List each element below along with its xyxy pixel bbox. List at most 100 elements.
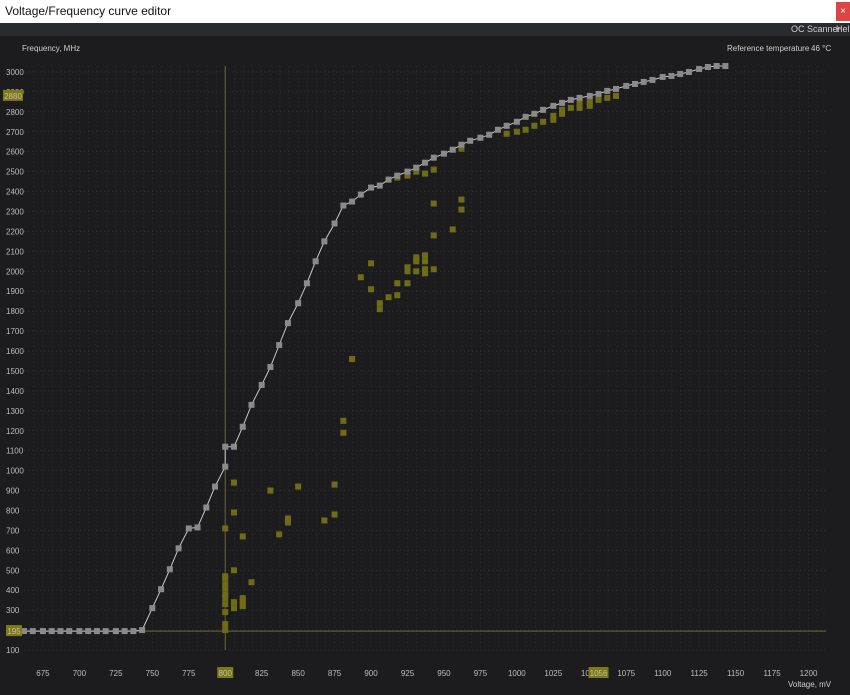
curve-point[interactable]: [312, 258, 319, 265]
curve-point[interactable]: [522, 113, 529, 120]
curve-point[interactable]: [567, 96, 574, 103]
curve-point[interactable]: [158, 586, 165, 593]
curve-point[interactable]: [623, 82, 630, 89]
curve-point[interactable]: [212, 483, 219, 490]
curve-point[interactable]: [631, 80, 638, 87]
curve-point[interactable]: [486, 131, 493, 138]
curve-point[interactable]: [394, 172, 401, 179]
curve-point[interactable]: [640, 78, 647, 85]
curve-point[interactable]: [413, 164, 420, 171]
curve-point[interactable]: [66, 628, 73, 635]
scan-point: [550, 112, 557, 119]
curve-point[interactable]: [659, 73, 666, 80]
y-tick-label: 1300: [6, 407, 24, 416]
curve-point[interactable]: [458, 141, 465, 148]
scan-points: [222, 92, 620, 634]
curve-point[interactable]: [276, 342, 283, 349]
curve-point[interactable]: [677, 70, 684, 77]
curve-point[interactable]: [704, 63, 711, 70]
curve-point[interactable]: [422, 159, 428, 166]
menu-help[interactable]: Help: [836, 24, 850, 34]
curve-point[interactable]: [604, 87, 611, 94]
curve-point[interactable]: [295, 300, 302, 307]
curve-point[interactable]: [550, 102, 557, 109]
curve-point[interactable]: [194, 524, 201, 531]
curve-point[interactable]: [93, 628, 100, 635]
y-tick-label: 900: [6, 487, 20, 496]
curve-point[interactable]: [284, 320, 291, 327]
curve-point[interactable]: [513, 118, 520, 125]
curve-point[interactable]: [586, 92, 593, 99]
curve-point[interactable]: [376, 182, 383, 189]
curve-point[interactable]: [321, 238, 328, 245]
curve-point[interactable]: [203, 504, 210, 511]
curve-point[interactable]: [685, 68, 692, 75]
curve-point[interactable]: [385, 176, 392, 183]
highlight-x-tag: 800: [219, 669, 233, 678]
curve-point[interactable]: [595, 90, 602, 97]
curve-point[interactable]: [404, 168, 411, 175]
curve-point[interactable]: [531, 110, 538, 117]
curve-point[interactable]: [222, 463, 229, 470]
curve-point[interactable]: [166, 566, 173, 573]
curve-point[interactable]: [303, 280, 310, 287]
scan-point: [540, 118, 547, 125]
curve-point[interactable]: [102, 628, 109, 635]
curve-point[interactable]: [175, 545, 182, 552]
curve-point[interactable]: [368, 184, 375, 191]
curve-point[interactable]: [503, 122, 510, 129]
y-tick-label: 800: [6, 506, 20, 515]
curve-point[interactable]: [230, 443, 237, 450]
curve-point[interactable]: [258, 381, 265, 388]
close-icon[interactable]: ×: [836, 2, 850, 21]
curve-point[interactable]: [130, 628, 137, 635]
y-tick-label: 2700: [6, 128, 24, 137]
window-title: Voltage/Frequency curve editor: [5, 4, 172, 18]
curve-point[interactable]: [477, 134, 484, 141]
x-tick-label: 875: [328, 669, 342, 678]
scan-point: [230, 567, 237, 574]
curve-points[interactable]: [21, 63, 729, 635]
curve-point[interactable]: [121, 628, 128, 635]
curve-point[interactable]: [340, 202, 347, 209]
curve-point[interactable]: [57, 628, 64, 635]
x-tick-label: 1075: [617, 669, 635, 678]
curve-point[interactable]: [149, 605, 156, 612]
curve-point[interactable]: [713, 63, 720, 69]
curve-point[interactable]: [222, 443, 229, 450]
curve-point[interactable]: [29, 628, 36, 635]
curve-point[interactable]: [696, 65, 703, 72]
curve-point[interactable]: [668, 72, 675, 79]
scan-point: [248, 579, 255, 586]
curve-point[interactable]: [267, 363, 274, 370]
curve-point[interactable]: [185, 525, 192, 532]
curve-point[interactable]: [722, 63, 729, 69]
curve-point[interactable]: [649, 76, 656, 83]
curve-point[interactable]: [331, 220, 338, 227]
curve-point[interactable]: [76, 628, 83, 635]
curve-point[interactable]: [85, 628, 92, 635]
curve-point[interactable]: [248, 401, 255, 408]
curve-point[interactable]: [559, 99, 566, 106]
curve-point[interactable]: [576, 94, 583, 101]
curve-point[interactable]: [494, 126, 501, 133]
curve-point[interactable]: [540, 106, 547, 113]
curve-point[interactable]: [39, 628, 46, 635]
scan-point: [284, 515, 291, 522]
menu-oc-scanner[interactable]: OC Scanner: [791, 24, 841, 34]
vf-curve-chart[interactable]: 675 700 725 750 775 800 825 850 875 900 925 950 975 1…: [0, 36, 850, 695]
curve-point[interactable]: [449, 146, 456, 153]
curve-point[interactable]: [139, 627, 146, 634]
curve-point[interactable]: [349, 198, 356, 205]
curve-point[interactable]: [112, 628, 119, 635]
curve-point[interactable]: [357, 191, 364, 198]
curve-point[interactable]: [440, 150, 447, 157]
curve-point[interactable]: [613, 85, 620, 92]
scan-point: [222, 525, 229, 532]
curve-point[interactable]: [239, 423, 246, 430]
scan-point: [331, 511, 338, 518]
curve-point[interactable]: [430, 154, 437, 161]
curve-point[interactable]: [48, 628, 55, 635]
curve-point[interactable]: [467, 137, 474, 144]
scan-point: [531, 122, 538, 129]
